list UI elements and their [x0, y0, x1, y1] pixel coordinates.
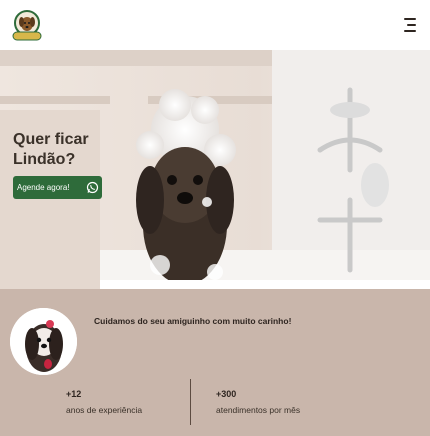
- schedule-now-label: Agende agora!: [17, 183, 70, 192]
- stat-label: anos de experiência: [66, 405, 143, 415]
- stats-divider: [190, 379, 191, 425]
- tagline: Cuidamos do seu amiguinho com muito cari…: [94, 316, 292, 326]
- hero-banner: Quer ficar Lindão? Agende agora!: [0, 50, 430, 289]
- hero-title: Quer ficar Lindão?: [13, 131, 89, 168]
- stat-label: atendimentos por mês: [216, 405, 301, 415]
- site-header: [0, 0, 430, 50]
- dog-avatar-image: [10, 308, 77, 375]
- schedule-now-button[interactable]: Agende agora!: [13, 176, 102, 199]
- stat-value: +300: [216, 389, 237, 399]
- stat-appointments: +300 atendimentos por mês: [216, 389, 300, 416]
- stat-value: +12: [66, 389, 82, 399]
- stat-experience: +12 anos de experiência: [66, 389, 142, 416]
- dog-logo-icon[interactable]: [11, 8, 43, 42]
- hamburger-menu-icon[interactable]: [401, 16, 419, 34]
- about-section: Cuidamos do seu amiguinho com muito cari…: [0, 289, 430, 436]
- whatsapp-icon: [86, 181, 99, 194]
